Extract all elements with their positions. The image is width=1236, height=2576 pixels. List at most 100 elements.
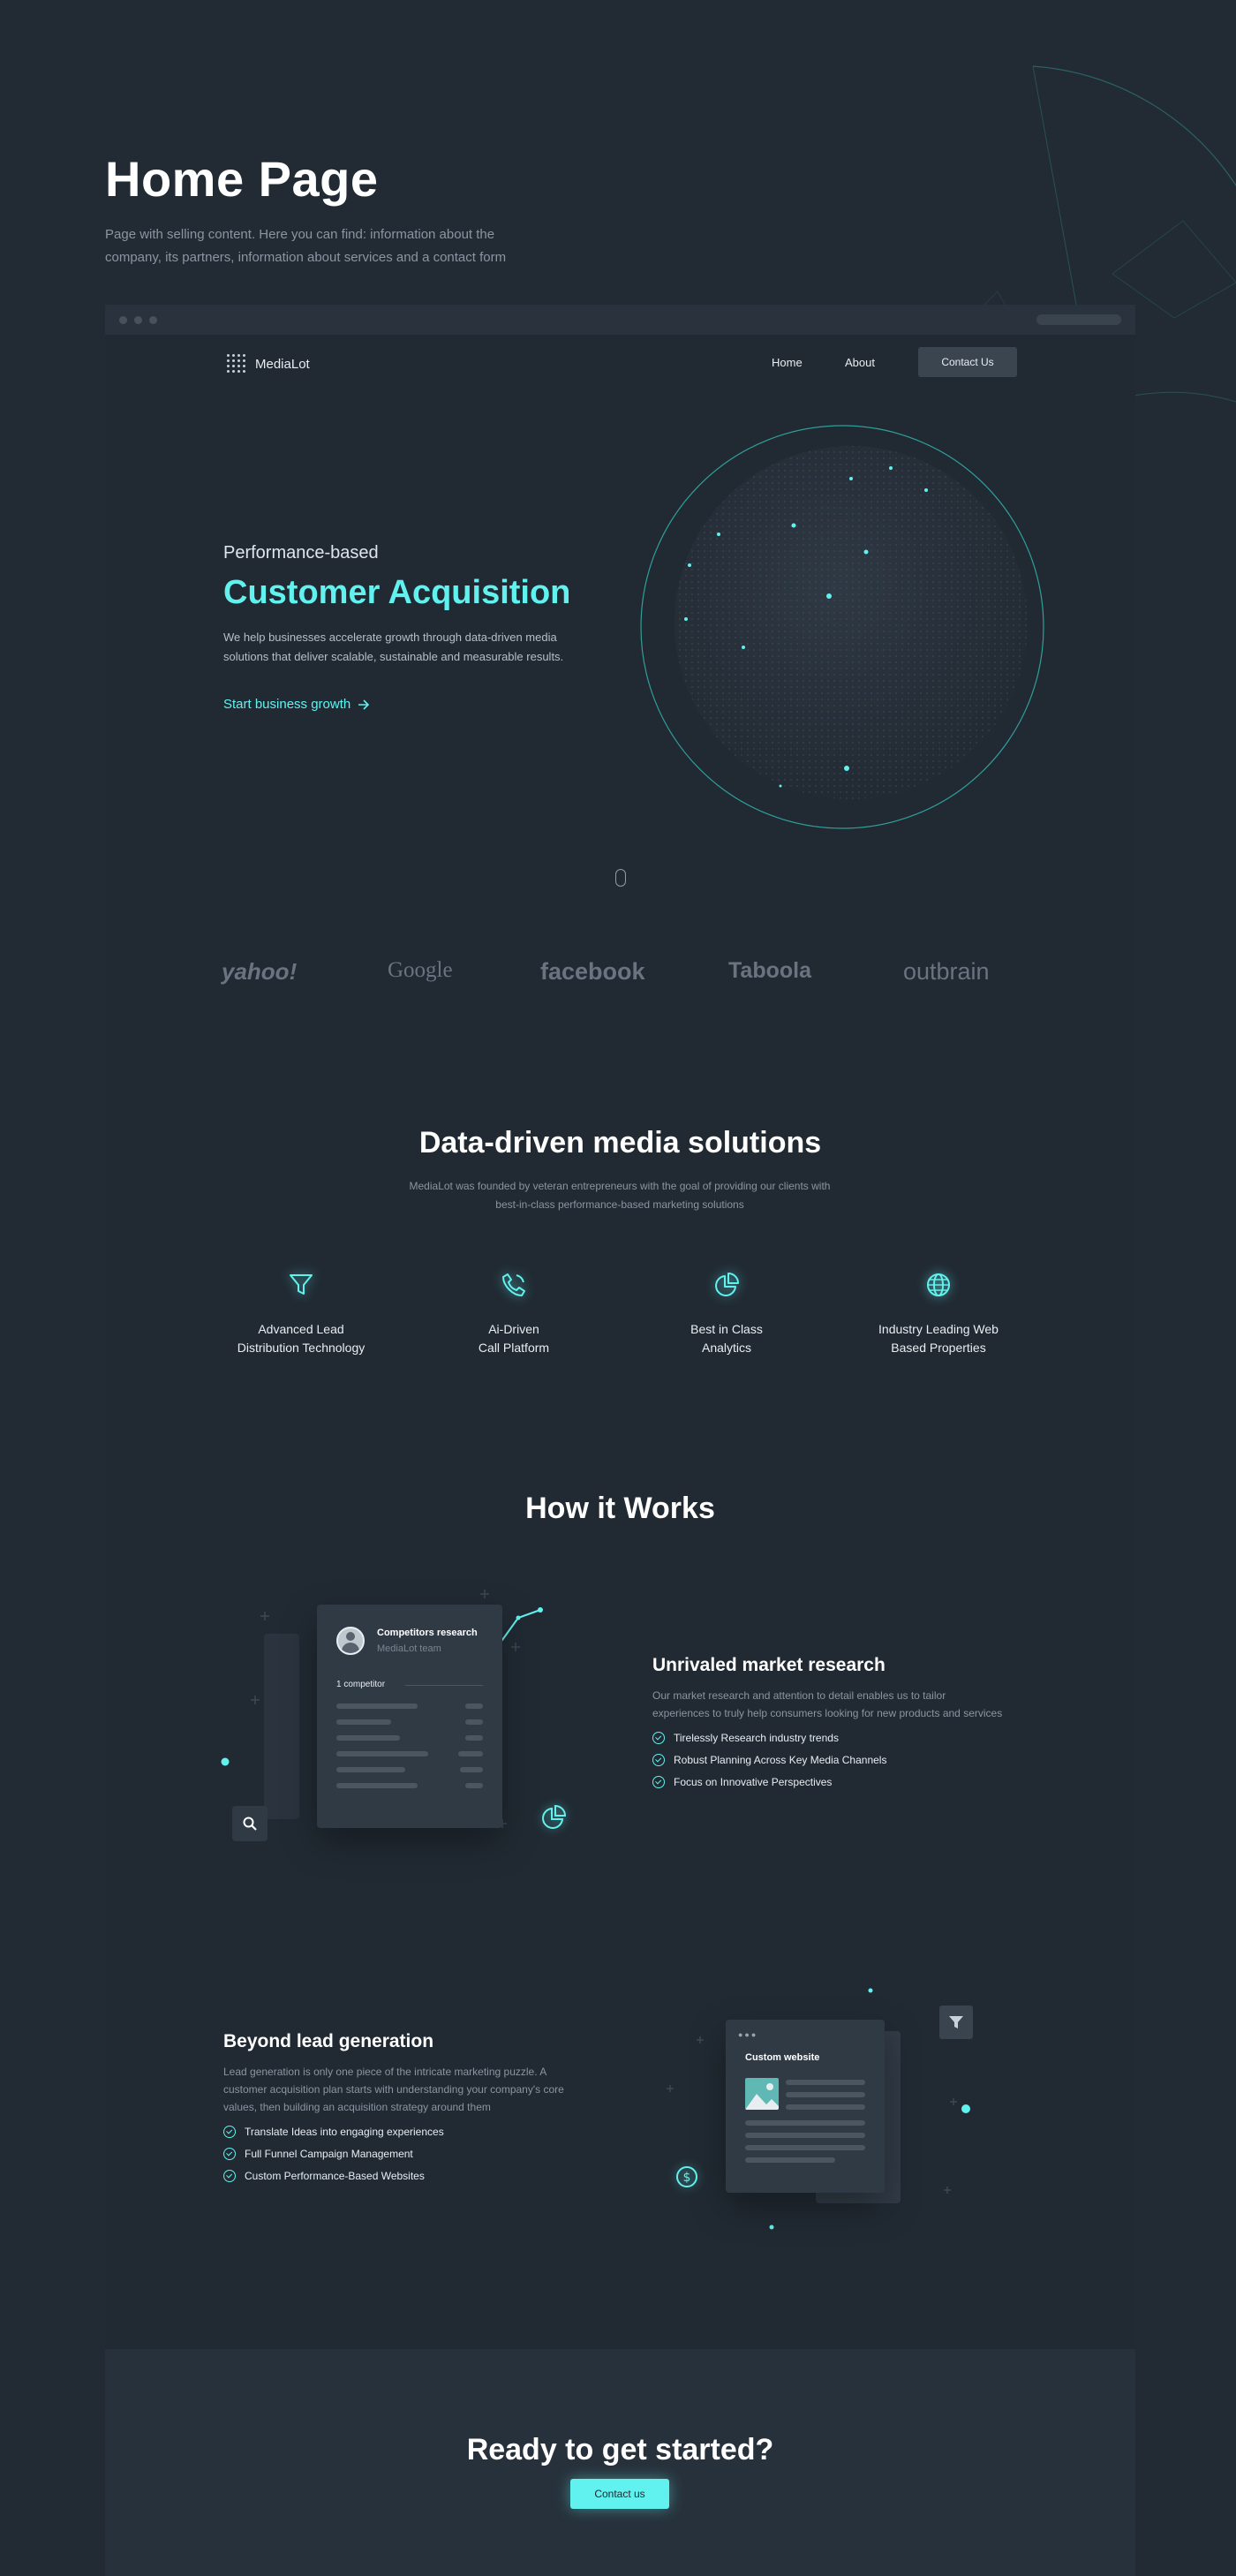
placeholder-bar [745, 2145, 865, 2150]
dollar-icon: $ [674, 2164, 700, 2190]
feature-label-line1: Ai-Driven [488, 1322, 539, 1336]
list-item-label: Full Funnel Campaign Management [245, 2148, 413, 2160]
list-item-label: Focus on Innovative Perspectives [674, 1776, 833, 1788]
placeholder-bar [786, 2104, 865, 2110]
check-icon [223, 2126, 236, 2138]
nav-contact-button[interactable]: Contact Us [918, 347, 1017, 377]
scroll-mouse-icon [615, 869, 626, 887]
list-item-label: Translate Ideas into engaging experience… [245, 2126, 444, 2138]
list-item-label: Tirelessly Research industry trends [674, 1732, 839, 1744]
hero-cta-label: Start business growth [223, 697, 351, 712]
list-item: Tirelessly Research industry trends [652, 1732, 1006, 1744]
placeholder-bar [465, 1735, 483, 1741]
feature-label-line2: Call Platform [478, 1341, 550, 1355]
partner-facebook-logo: facebook [540, 958, 645, 985]
competitors-card: Competitors research MediaLot team 1 com… [317, 1605, 502, 1828]
partner-yahoo-logo: yahoo! [222, 958, 298, 985]
window-dots-icon: ●●● [738, 2030, 758, 2039]
how-it-works-title: How it Works [525, 1492, 715, 1525]
placeholder-bar [336, 1703, 418, 1709]
pie-chart-icon [538, 1802, 569, 1833]
hero-cta-link[interactable]: Start business growth [223, 697, 370, 712]
placeholder-bar [465, 1703, 483, 1709]
window-dot [149, 316, 157, 324]
contact-us-button[interactable]: Contact us [570, 2479, 669, 2509]
placeholder-bar [786, 2080, 865, 2085]
feature-label-line1: Advanced Lead [258, 1322, 344, 1336]
feature-lead-distribution: Advanced Lead Distribution Technology [213, 1267, 389, 1357]
feature-label-line1: Industry Leading Web [878, 1322, 999, 1336]
site-logo[interactable]: MediaLot [227, 354, 310, 374]
page-intro: Home Page Page with selling content. Her… [105, 150, 546, 269]
solutions-title: Data-driven media solutions [418, 1126, 822, 1160]
feature-call-platform: Ai-Driven Call Platform [426, 1267, 602, 1357]
card-title: Competitors research [377, 1628, 478, 1638]
placeholder-bar [786, 2092, 865, 2097]
list-item: Translate Ideas into engaging experience… [223, 2126, 577, 2138]
window-dot [119, 316, 127, 324]
check-icon [652, 1732, 665, 1744]
placeholder-bar [745, 2133, 865, 2138]
list-item: Custom Performance-Based Websites [223, 2170, 577, 2182]
arrow-right-icon [358, 699, 370, 710]
card-subtitle: MediaLot team [377, 1643, 441, 1654]
svg-text:$: $ [683, 2171, 691, 2185]
feature-label-line2: Distribution Technology [237, 1341, 366, 1355]
globe-illustration [640, 425, 1044, 829]
list-item: Robust Planning Across Key Media Channel… [652, 1754, 1006, 1766]
logo-text: MediaLot [255, 356, 310, 372]
avatar [336, 1627, 365, 1655]
lead-generation-block: Beyond lead generation Lead generation i… [223, 2031, 577, 2182]
card-title: Custom website [745, 2052, 820, 2063]
address-bar[interactable] [1036, 314, 1121, 325]
feature-label-line2: Analytics [701, 1341, 752, 1355]
window-dot [134, 316, 142, 324]
search-icon [232, 1806, 268, 1841]
cta-title: Ready to get started? [466, 2433, 774, 2466]
page-title: Home Page [105, 151, 379, 207]
block-title: Beyond lead generation [223, 2031, 434, 2051]
page-description: Page with selling content. Here you can … [105, 227, 507, 265]
partner-taboola-logo: Taboola [728, 958, 811, 983]
custom-website-card: ●●● Custom website [726, 2020, 885, 2193]
list-item: Full Funnel Campaign Management [223, 2148, 577, 2160]
feature-analytics: Best in Class Analytics [638, 1267, 815, 1357]
browser-titlebar [105, 305, 1135, 335]
block-description: Our market research and attention to det… [652, 1689, 1003, 1719]
card-label: 1 competitor [336, 1680, 386, 1689]
placeholder-bar [336, 1783, 418, 1788]
placeholder-bar [336, 1767, 405, 1772]
hero-description: We help businesses accelerate growth thr… [223, 631, 564, 663]
placeholder-bar [745, 2157, 835, 2163]
image-placeholder-icon [745, 2078, 779, 2110]
block-list: Translate Ideas into engaging experience… [223, 2126, 577, 2182]
ghost-card [264, 1634, 299, 1819]
placeholder-bar [465, 1783, 483, 1788]
block-title: Unrivaled market research [652, 1655, 886, 1675]
placeholder-bar [336, 1735, 400, 1741]
funnel-icon [283, 1267, 319, 1303]
placeholder-bar [336, 1751, 428, 1756]
feature-label-line2: Based Properties [891, 1341, 986, 1355]
partner-outbrain-logo: outbrain [903, 958, 990, 985]
hero-eyebrow: Performance-based [223, 543, 379, 563]
block-list: Tirelessly Research industry trends Robu… [652, 1732, 1006, 1788]
list-item-label: Robust Planning Across Key Media Channel… [674, 1754, 887, 1766]
nav-about-link[interactable]: About [845, 356, 875, 369]
placeholder-bar [465, 1719, 483, 1725]
logo-dots-icon [227, 354, 246, 374]
block-description: Lead generation is only one piece of the… [223, 2066, 564, 2113]
research-illustration: Competitors research MediaLot team 1 com… [220, 1576, 626, 1885]
market-research-block: Unrivaled market research Our market res… [652, 1655, 1006, 1788]
pie-chart-icon [709, 1267, 744, 1303]
nav-home-link[interactable]: Home [772, 356, 803, 369]
site-navbar: MediaLot Home About Contact Us [105, 347, 1135, 379]
phone-icon [496, 1267, 531, 1303]
hero-title: Customer Acquisition [223, 574, 571, 611]
partner-google-logo: Google [388, 958, 453, 982]
check-icon [223, 2148, 236, 2160]
feature-label-line1: Best in Class [690, 1322, 763, 1336]
partners-row: yahoo! Google facebook Taboola outbrain [105, 958, 1135, 993]
check-icon [652, 1776, 665, 1788]
placeholder-bar [745, 2120, 865, 2126]
